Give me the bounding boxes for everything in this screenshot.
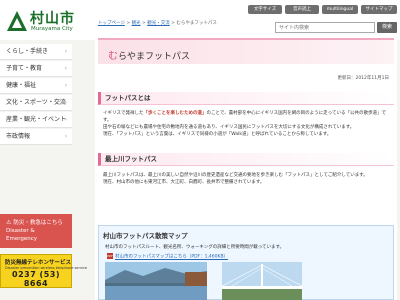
- sidebar-item-government[interactable]: 市政情報 ›: [0, 129, 72, 145]
- breadcrumb-home[interactable]: トップページ: [98, 21, 125, 26]
- text: イギリスで発祥した: [103, 111, 144, 116]
- map-heading: 村山市フットパス散策マップ: [103, 232, 188, 240]
- text: 最上川フットパスは、最上川の美しい自然や沿川の歴史遺産など交通の要地を歩き楽しむ…: [103, 173, 368, 178]
- telephone-service-banner[interactable]: 防災無線テレホンサービス Disaster prevention wireles…: [0, 254, 87, 288]
- breadcrumb-current: むらやまフットパス: [176, 21, 217, 26]
- chevron-right-icon: ›: [64, 99, 67, 106]
- telephone-number: 0237 (53) 8664: [12, 270, 60, 288]
- utility-links: 文字サイズ 音声読上 multilingual サイトマップ: [248, 5, 398, 15]
- page-title: むらやまフットパス: [108, 47, 190, 62]
- chevron-right-icon: ›: [64, 133, 67, 140]
- breadcrumb: トップページ > 観光 > 観光・交流 > むらやまフットパス: [98, 21, 217, 26]
- section-body-mogami: 最上川フットパスは、最上川の美しい自然や沿川の歴史遺産など交通の要地を歩き楽しむ…: [103, 172, 391, 186]
- chevron-right-icon: ›: [64, 116, 67, 123]
- font-size-link[interactable]: 文字サイズ: [248, 5, 282, 14]
- sidebar-item-label: 文化・スポーツ・交流: [6, 99, 66, 106]
- breadcrumb-tourism[interactable]: 観光・交流: [147, 21, 170, 26]
- disaster-label: 防災・救急はこちら: [13, 220, 63, 226]
- logo-title: 村山市: [30, 11, 75, 27]
- site-search: 検索: [275, 22, 397, 33]
- sidebar-item-label: くらし・手続き: [6, 48, 49, 55]
- voice-reader-link[interactable]: 音声読上: [285, 5, 319, 14]
- section-heading-mogami: 最上川フットパス: [98, 153, 394, 166]
- sidebar-item-label: 子育て・教育: [6, 65, 43, 72]
- city-emblem-icon: [7, 11, 27, 31]
- sidebar-item-health[interactable]: 健康・福祉 ›: [0, 78, 72, 94]
- text: 現在、村山市の他にも東河江市、大江町、白鷹町、長井市で整備されています。: [103, 180, 265, 185]
- search-input[interactable]: [275, 22, 375, 33]
- map-description: 村山市のフットパスルート、観光名所、ウォーキングの詳細と所要時間が載っています。: [105, 245, 285, 250]
- site-logo[interactable]: 村山市 Murayama City: [6, 8, 76, 36]
- text: 田や石の塀などにも農場や住宅の敷地内を通る道もあり、イギリス国民にフットパスを大…: [103, 125, 355, 130]
- sidebar-item-culture[interactable]: 文化・スポーツ・交流 ›: [0, 95, 72, 111]
- text: 現在、「フットパス」という言葉は、イギリスで同様の小道が「Walk道」と呼ばれて…: [103, 132, 332, 137]
- disaster-title: ⚠ 防災・救急はこちら: [6, 219, 66, 227]
- search-button[interactable]: 検索: [377, 22, 397, 33]
- section-heading-footpath: フットパスとは: [98, 92, 394, 105]
- updated-date: 更新日：2012年11月1日: [337, 76, 389, 81]
- map-section: 村山市フットパス散策マップ 村山市のフットパスルート、観光名所、ウォーキングの詳…: [98, 225, 394, 300]
- multilingual-link[interactable]: multilingual: [322, 5, 358, 14]
- disaster-label-en: Disaster & Emergency: [6, 228, 38, 242]
- page-title-rest: らやまフットパス: [118, 52, 191, 62]
- sidebar-item-childcare[interactable]: 子育て・教育 ›: [0, 61, 72, 77]
- page-title-box: むらやまフットパス: [98, 38, 394, 64]
- chevron-right-icon: ›: [64, 48, 67, 55]
- chevron-right-icon: ›: [64, 65, 67, 72]
- sidebar-item-label: 産業・観光・イベント: [6, 116, 67, 123]
- telephone-service-title: 防災無線テレホンサービス: [5, 260, 72, 266]
- emphasis-text: 「歩くことを楽しむための道」: [143, 111, 207, 116]
- disaster-banner[interactable]: ⚠ 防災・救急はこちら Disaster & Emergency: [0, 214, 72, 248]
- page-title-first: む: [108, 51, 118, 62]
- pdf-download-link[interactable]: PDF 村山市のフットパスマップはこちら（PDF：1,460KB）: [107, 253, 228, 260]
- sidebar-nav: くらし・手続き › 子育て・教育 › 健康・福祉 › 文化・スポーツ・交流 › 産業・観…: [0, 44, 87, 300]
- pdf-link-label: 村山市のフットパスマップはこちら（PDF：1,460KB）: [115, 254, 229, 260]
- sitemap-link[interactable]: サイトマップ: [361, 5, 397, 14]
- sidebar-item-industry[interactable]: 産業・観光・イベント ›: [0, 112, 72, 128]
- warning-icon: ⚠: [6, 219, 12, 226]
- sidebar-item-label: 市政情報: [6, 133, 31, 140]
- logo-subtitle: Murayama City: [31, 26, 73, 32]
- lake-photo: [105, 262, 207, 300]
- breadcrumb-sightseeing[interactable]: 観光: [132, 21, 141, 26]
- sidebar-item-living[interactable]: くらし・手続き ›: [0, 44, 72, 60]
- bridge-photo: [222, 262, 302, 300]
- main-content: むらやまフットパス 更新日：2012年11月1日 フットパスとは イギリスで発祥…: [95, 33, 397, 300]
- section-body-footpath: イギリスで発祥した「歩くことを楽しむための道」のことで、農村部を中心にイギリス国…: [103, 110, 391, 138]
- sidebar-item-label: 健康・福祉: [6, 82, 37, 89]
- pdf-icon: PDF: [107, 253, 113, 259]
- chevron-right-icon: ›: [64, 82, 67, 89]
